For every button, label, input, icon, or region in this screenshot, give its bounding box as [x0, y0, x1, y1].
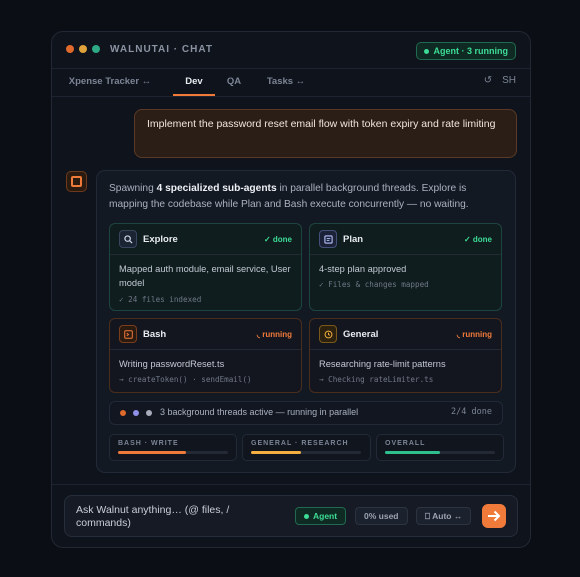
- arrow-right-icon: [488, 510, 501, 522]
- composer-area: Ask Walnut anything… (@ files, / command…: [52, 484, 530, 547]
- refresh-icon[interactable]: ↺: [484, 75, 492, 86]
- agent-avatar-icon: [66, 171, 87, 192]
- tab-xpense-tracker[interactable]: Xpense Tracker ↔: [66, 69, 154, 95]
- subagent-detail: ✓ 24 files indexed: [119, 295, 202, 304]
- meter-bash-write: BASH · WRITE: [109, 434, 237, 461]
- subagent-status: ✓ done: [263, 235, 292, 244]
- meter-label: GENERAL · RESEARCH: [251, 440, 349, 447]
- meter-progress-fill: [118, 451, 187, 454]
- usage-chip[interactable]: 0% used: [355, 507, 408, 525]
- subagent-status: ◟ running: [256, 330, 292, 339]
- window-maximize-dot[interactable]: [92, 45, 100, 53]
- threads-status-text: 3 background threads active — running in…: [160, 407, 359, 417]
- subagent-detail: → createToken() · sendEmail(): [119, 375, 252, 384]
- subagent-name: Explore: [143, 234, 178, 245]
- tab-tasks[interactable]: Tasks ↔: [259, 69, 313, 95]
- title-bar: WALNUTAI · CHAT Agent · 3 running: [52, 32, 530, 69]
- meter-label: OVERALL: [385, 440, 426, 447]
- agent-mode-chip[interactable]: Agent: [295, 507, 347, 525]
- subagent-name: Bash: [143, 329, 167, 340]
- subagent-detail: → Checking rateLimiter.ts: [319, 375, 434, 384]
- chat-input-placeholder[interactable]: Ask Walnut anything… (@ files, / command…: [76, 504, 256, 530]
- subagent-description: Mapped auth module, email service, User …: [119, 264, 291, 288]
- meter-progress-fill: [385, 451, 440, 454]
- window-minimize-dot[interactable]: [79, 45, 87, 53]
- clock-icon: [319, 325, 337, 343]
- subagent-description: Researching rate-limit patterns: [319, 359, 446, 369]
- plan-icon: [319, 230, 337, 248]
- threads-done-count: 2/4 done: [451, 407, 492, 417]
- agent-reply: Spawning 4 specialized sub-agents in par…: [96, 170, 516, 473]
- agent-mode-label: Agent: [313, 511, 338, 521]
- status-dot-icon: [304, 513, 309, 519]
- thread-dot-icon: [146, 410, 152, 416]
- agent-status-badge[interactable]: Agent · 3 running: [415, 42, 516, 60]
- chat-input[interactable]: Ask Walnut anything… (@ files, / command…: [64, 495, 518, 537]
- window-title: WALNUTAI · CHAT: [110, 44, 213, 55]
- subagent-card-general[interactable]: General ◟ running Researching rate-limit…: [309, 318, 502, 393]
- meter-label: BASH · WRITE: [118, 440, 179, 447]
- search-icon: [119, 230, 137, 248]
- reply-intro: Spawning 4 specialized sub-agents in par…: [109, 183, 469, 210]
- user-message: Implement the password reset email flow …: [134, 109, 517, 158]
- thread-dot-icon: [133, 410, 139, 416]
- meter-general-research: GENERAL · RESEARCH: [242, 434, 371, 461]
- send-button[interactable]: [482, 504, 506, 528]
- subagent-detail: ✓ Files & changes mapped: [319, 280, 429, 289]
- meter-overall: OVERALL: [376, 434, 504, 461]
- tab-dev[interactable]: Dev: [173, 69, 215, 96]
- tab-qa[interactable]: QA: [222, 69, 246, 95]
- subagent-description: 4-step plan approved: [319, 264, 407, 274]
- auto-model-chip[interactable]: ⎕ Auto ↔: [416, 507, 472, 525]
- chat-window: WALNUTAI · CHAT Agent · 3 running Xpense…: [51, 31, 531, 548]
- agent-status-label: Agent · 3 running: [433, 46, 509, 56]
- meter-progress-fill: [251, 451, 301, 454]
- window-close-dot[interactable]: [66, 45, 74, 53]
- subagent-status: ◟ running: [456, 330, 492, 339]
- subagent-name: General: [343, 329, 379, 340]
- thread-dot-icon: [120, 410, 126, 416]
- tab-bar: Xpense Tracker ↔ Dev QA Tasks ↔ ↺ SH: [52, 69, 530, 97]
- status-dot-icon: [423, 48, 429, 54]
- subagent-card-plan[interactable]: Plan ✓ done 4-step plan approved ✓ Files…: [309, 223, 502, 311]
- background-threads-bar: 3 background threads active — running in…: [109, 401, 503, 425]
- subagent-card-explore[interactable]: Explore ✓ done Mapped auth module, email…: [109, 223, 302, 311]
- subagent-description: Writing passwordReset.ts: [119, 359, 225, 369]
- subagent-status: ✓ done: [463, 235, 492, 244]
- subagent-card-bash[interactable]: Bash ◟ running Writing passwordReset.ts …: [109, 318, 302, 393]
- subagent-name: Plan: [343, 234, 364, 245]
- terminal-icon: [119, 325, 137, 343]
- user-initials-avatar[interactable]: SH: [502, 75, 516, 86]
